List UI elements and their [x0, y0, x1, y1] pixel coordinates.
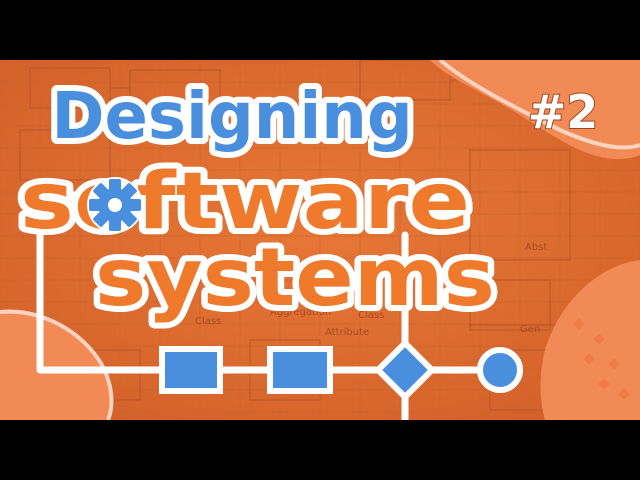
- title-line-systems: systems: [95, 231, 495, 324]
- bg-label-abst: Abst: [525, 242, 547, 253]
- flow-circle: [477, 347, 523, 393]
- gear-icon: [87, 177, 143, 233]
- thumbnail-canvas: Aggregation Attribute Class Class Abst G…: [0, 0, 640, 480]
- episode-label: #2: [528, 85, 599, 139]
- flow-rectangle-1: [159, 346, 223, 394]
- bg-label-gen: Gen: [520, 324, 540, 335]
- bg-label-attribute: Attribute: [325, 327, 369, 338]
- title-line-designing: Designing: [51, 80, 412, 154]
- flow-rectangle-2: [267, 346, 333, 394]
- thumbnail-art: Aggregation Attribute Class Class Abst G…: [0, 60, 640, 420]
